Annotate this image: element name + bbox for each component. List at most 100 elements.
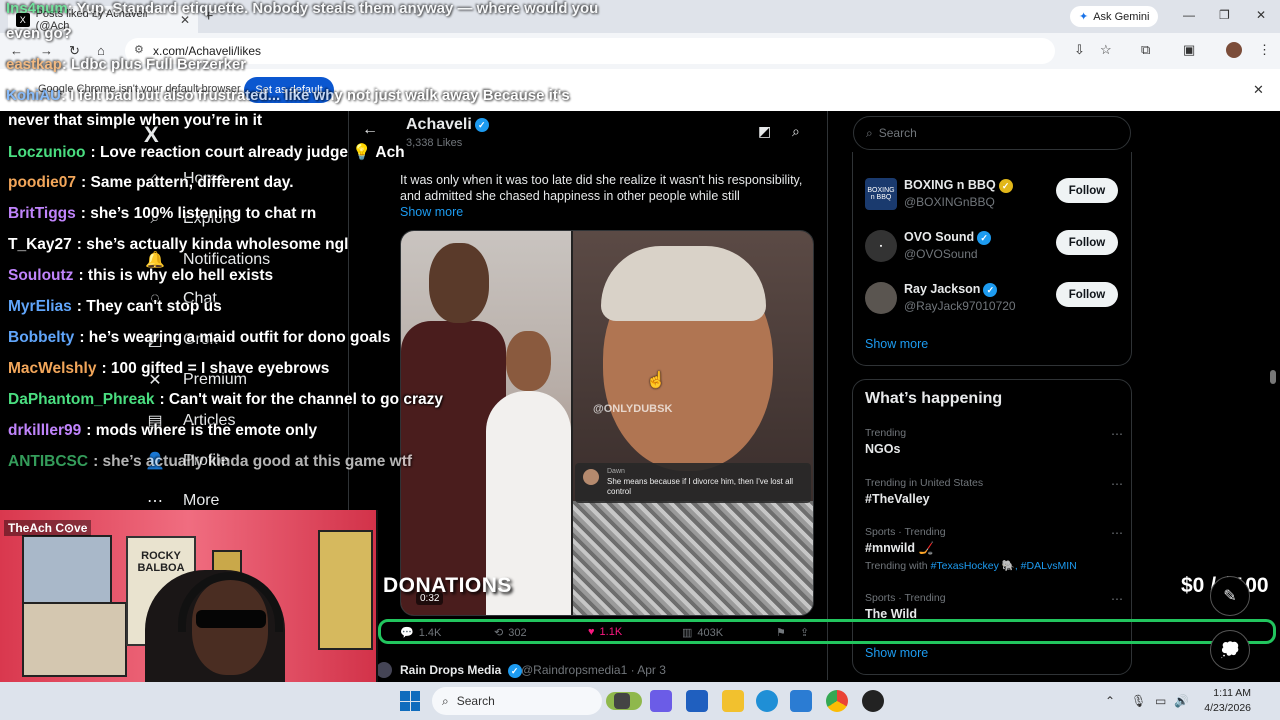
trend-with-tags[interactable]: #TexasHockey 🐘, #DALvsMIN bbox=[931, 560, 1077, 572]
chat-username: MyrElias bbox=[8, 298, 72, 315]
video-caption: Dawn She means because if I divorce him,… bbox=[575, 463, 811, 503]
install-app-icon[interactable]: ⇩ bbox=[1074, 42, 1085, 58]
task-view-icon[interactable] bbox=[614, 693, 630, 709]
show-more-follow-link[interactable]: Show more bbox=[865, 337, 928, 351]
tweet-video[interactable]: @ONLYDUBSK Dawn She means because if I d… bbox=[400, 230, 814, 616]
search-icon[interactable]: ⌕ bbox=[792, 123, 800, 140]
follow-suggestion[interactable]: Ray Jackson ✓ @RayJack97010720 Follow bbox=[865, 280, 1121, 320]
grok-fab-icon[interactable]: ✎ bbox=[1210, 576, 1250, 616]
trend-more-icon[interactable]: ⋯ bbox=[1111, 477, 1123, 491]
tray-overflow-icon[interactable]: ⌃ bbox=[1105, 694, 1115, 708]
chat-text: never that simple when you’re in it bbox=[8, 112, 263, 129]
copilot-icon[interactable] bbox=[650, 690, 672, 712]
trend-item[interactable]: Sports · Trending The Wild ⋯ bbox=[865, 592, 1123, 621]
browser-menu-icon[interactable]: ⋮ bbox=[1258, 42, 1271, 58]
chat-message: ANTIBCSC: she’s actually kinda good at t… bbox=[8, 453, 412, 471]
chat-username: T_Kay27 bbox=[8, 236, 72, 253]
outlook-icon[interactable] bbox=[790, 690, 812, 712]
nav-item-more[interactable]: ⋯ More bbox=[145, 491, 219, 511]
chat-text: : he’s wearing a maid outfit for dono go… bbox=[79, 329, 391, 346]
trend-more-icon[interactable]: ⋯ bbox=[1111, 592, 1123, 606]
account-name-text: Ray Jackson bbox=[904, 282, 981, 296]
network-icon[interactable]: ▭ bbox=[1155, 694, 1166, 708]
account-name: Ray Jackson ✓ bbox=[904, 282, 998, 297]
caption-name: Dawn bbox=[607, 468, 625, 475]
account-name-text: OVO Sound bbox=[904, 230, 975, 244]
follow-button[interactable]: Follow bbox=[1056, 282, 1118, 307]
account-name-text: BOXING n BBQ bbox=[904, 178, 996, 192]
chat-text: : Can't wait for the channel to go crazy bbox=[159, 391, 444, 408]
trend-item[interactable]: Sports · Trending #mnwild 🏒 ⋯ Trending with… bbox=[865, 526, 1123, 572]
next-tweet-avatar bbox=[376, 662, 392, 678]
chat-text: : Love reaction court already judge 💡 Ac… bbox=[90, 144, 405, 161]
windows-start-icon[interactable] bbox=[400, 691, 420, 711]
taskbar-search[interactable]: ⌕ Search bbox=[432, 687, 602, 715]
video-left-frame bbox=[401, 231, 571, 615]
trend-more-icon[interactable]: ⋯ bbox=[1111, 427, 1123, 441]
chat-message: eastkap: Ldbc plus Full Berzerker bbox=[6, 56, 246, 73]
obs-icon[interactable] bbox=[862, 690, 884, 712]
page-scrollbar[interactable] bbox=[1270, 370, 1276, 384]
trend-with-prefix: Trending with bbox=[865, 560, 928, 572]
trend-item[interactable]: Trending NGOs ⋯ bbox=[865, 427, 1123, 456]
chat-message: DaPhantom_Phreak: Can't wait for the cha… bbox=[8, 391, 443, 409]
chat-message: BritTiggs: she’s 100% listening to chat … bbox=[8, 205, 316, 223]
chat-message: poodie07: Same pattern, different day. bbox=[8, 174, 294, 192]
follow-button[interactable]: Follow bbox=[1056, 230, 1118, 255]
chrome-icon[interactable] bbox=[826, 690, 848, 712]
messages-fab-icon[interactable]: 💭 bbox=[1210, 630, 1250, 670]
windows-taskbar: ⌕ Search ⌃ 🎙 ▭ 🔊 1:11 AM 4/23/2026 bbox=[0, 682, 1280, 720]
next-tweet-header[interactable]: Rain Drops Media ✓ @Raindropsmedia1 · Ap… bbox=[376, 662, 826, 680]
column-divider bbox=[827, 111, 828, 680]
account-avatar: BOXING n BBQ bbox=[865, 178, 897, 210]
x-search-input[interactable]: ⌕ Search bbox=[853, 116, 1131, 150]
follow-suggestion[interactable]: ▪ OVO Sound ✓ @OVOSound Follow bbox=[865, 228, 1121, 268]
edge-icon[interactable] bbox=[756, 690, 778, 712]
follow-suggestion[interactable]: BOXING n BBQ BOXING n BBQ ✓ @BOXINGnBBQ Foll… bbox=[865, 176, 1121, 216]
account-name: BOXING n BBQ ✓ bbox=[904, 178, 1013, 193]
taskbar-search-label: Search bbox=[456, 694, 495, 708]
chat-message: never that simple when you’re in it bbox=[8, 112, 262, 130]
back-arrow-icon[interactable]: ← bbox=[362, 121, 378, 139]
follow-button[interactable]: Follow bbox=[1056, 178, 1118, 203]
verified-badge-icon: ✓ bbox=[998, 178, 1013, 193]
close-infobar-icon[interactable]: ✕ bbox=[1253, 82, 1264, 98]
trend-meta: Trending in United States bbox=[865, 477, 984, 489]
chat-text: : Ldbc plus Full Berzerker bbox=[61, 56, 247, 73]
grok-icon[interactable]: ◩ bbox=[758, 123, 771, 140]
more-icon: ⋯ bbox=[147, 493, 163, 510]
trend-item[interactable]: Trending in United States #TheValley ⋯ bbox=[865, 477, 1123, 506]
taskbar-clock[interactable]: 1:11 AM 4/23/2026 bbox=[1195, 686, 1251, 716]
next-tweet-name-text: Rain Drops Media bbox=[400, 663, 502, 677]
microphone-icon[interactable]: 🎙 bbox=[1131, 694, 1146, 708]
site-info-icon[interactable]: ⚙ bbox=[134, 43, 144, 56]
chat-message: T_Kay27: she’s actually kinda wholesome … bbox=[8, 236, 348, 254]
chat-username: ANTIBCSC bbox=[8, 453, 89, 470]
bookmark-star-icon[interactable]: ☆ bbox=[1100, 42, 1112, 58]
file-explorer-icon[interactable] bbox=[722, 690, 744, 712]
show-more-trends-link[interactable]: Show more bbox=[865, 646, 928, 660]
ask-gemini-button[interactable]: ✦ Ask Gemini bbox=[1070, 6, 1159, 27]
chat-username: Ins4num bbox=[6, 0, 68, 17]
extensions-icon[interactable]: ⧉ bbox=[1141, 42, 1150, 58]
screen: X Posts liked by Achaveli (@Ach ✕ + ✦ As… bbox=[0, 0, 1280, 720]
url-bar[interactable]: ⚙ x.com/Achaveli/likes bbox=[125, 38, 1055, 64]
browser-profile-avatar[interactable] bbox=[1226, 42, 1242, 58]
woman-head bbox=[506, 331, 551, 391]
volume-icon[interactable]: 🔊 bbox=[1174, 694, 1189, 708]
store-icon[interactable] bbox=[686, 690, 708, 712]
chat-text: : she’s actually kinda good at this game… bbox=[93, 453, 413, 470]
minimize-icon[interactable]: — bbox=[1183, 8, 1195, 22]
chat-message: Loczunioo: Love reaction court already j… bbox=[8, 143, 405, 162]
chat-text: : this is why elo hell exists bbox=[78, 267, 274, 284]
chat-message: MacWelshly: 100 gifted = I shave eyebrow… bbox=[8, 360, 329, 378]
close-window-icon[interactable]: ✕ bbox=[1256, 8, 1266, 22]
trend-meta: Sports · Trending bbox=[865, 526, 946, 538]
maximize-icon[interactable]: ❐ bbox=[1219, 8, 1230, 22]
woman-hair bbox=[601, 246, 766, 321]
show-more-link[interactable]: Show more bbox=[400, 205, 463, 219]
trend-more-icon[interactable]: ⋯ bbox=[1111, 526, 1123, 540]
video-right-frame: @ONLYDUBSK Dawn She means because if I d… bbox=[573, 231, 813, 615]
ask-gemini-label: Ask Gemini bbox=[1093, 10, 1150, 23]
side-panel-icon[interactable]: ▣ bbox=[1183, 42, 1195, 58]
